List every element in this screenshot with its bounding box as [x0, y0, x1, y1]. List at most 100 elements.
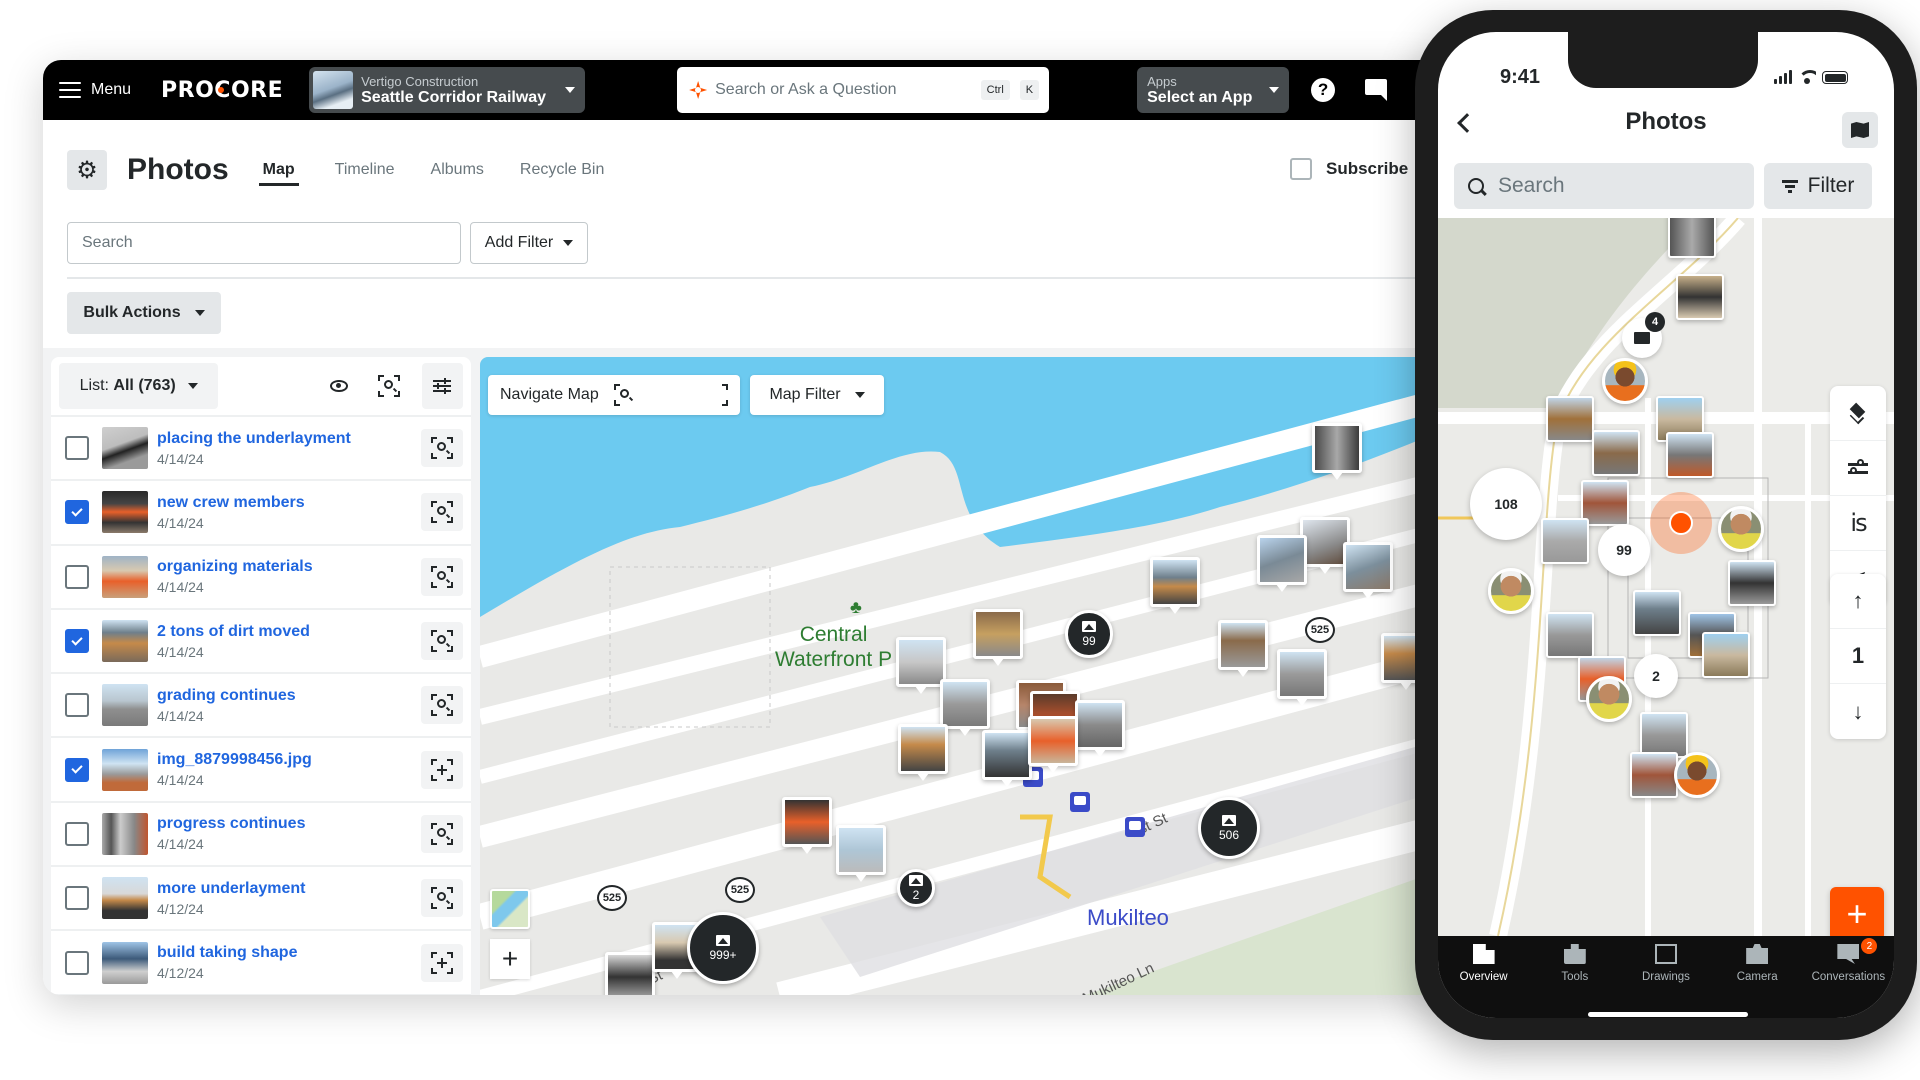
map-style-toggle[interactable]: [490, 889, 530, 929]
locate-on-map-button[interactable]: [421, 557, 463, 596]
row-checkbox[interactable]: [65, 886, 89, 911]
photo-list-item[interactable]: placing the underlayment 4/14/24: [51, 417, 471, 482]
photo-list-item[interactable]: grading continues 4/14/24: [51, 674, 471, 739]
photo-cluster[interactable]: 2: [897, 869, 935, 907]
photo-list-item[interactable]: build taking shape 4/12/24: [51, 931, 471, 995]
photo-pin[interactable]: [1218, 620, 1268, 677]
photo-pin[interactable]: [1277, 649, 1327, 706]
photo-list-item[interactable]: new crew members 4/14/24: [51, 481, 471, 546]
photo-pin[interactable]: [1633, 590, 1681, 636]
user-avatar-marker[interactable]: [1602, 358, 1648, 404]
photo-pin[interactable]: [1668, 218, 1716, 258]
photo-pin[interactable]: [1666, 432, 1714, 478]
photo-pin[interactable]: [1676, 274, 1724, 320]
photo-pin[interactable]: [836, 825, 886, 882]
photo-pin[interactable]: [973, 609, 1023, 666]
photo-pin[interactable]: [605, 952, 655, 995]
photo-list-item[interactable]: progress continues 4/14/24: [51, 803, 471, 868]
photo-pin[interactable]: [1541, 518, 1589, 564]
focus-search-icon[interactable]: [614, 384, 728, 406]
photo-title-link[interactable]: organizing materials: [157, 558, 421, 576]
photo-pin[interactable]: [1150, 557, 1200, 614]
add-photo-button[interactable]: +: [1830, 887, 1884, 941]
global-search-input[interactable]: Search or Ask a Question Ctrl K: [677, 67, 1050, 113]
subscribe-checkbox[interactable]: Subscribe: [1290, 158, 1408, 180]
photo-title-link[interactable]: grading continues: [157, 687, 421, 705]
photo-pin[interactable]: [1702, 632, 1750, 678]
locate-on-map-button[interactable]: [421, 429, 463, 468]
row-checkbox[interactable]: [65, 821, 89, 846]
photo-pin[interactable]: [896, 637, 946, 694]
photo-thumbnail[interactable]: [102, 427, 148, 470]
row-checkbox[interactable]: [65, 436, 89, 461]
tab-timeline[interactable]: Timeline: [317, 155, 413, 186]
tab-tools[interactable]: Tools: [1530, 944, 1620, 1018]
locate-on-map-button[interactable]: [421, 686, 463, 725]
locate-on-map-button[interactable]: [421, 879, 463, 918]
row-checkbox[interactable]: [65, 629, 89, 654]
add-filter-button[interactable]: Add Filter: [470, 222, 588, 264]
photo-title-link[interactable]: build taking shape: [157, 944, 421, 962]
focus-search-icon[interactable]: [378, 375, 400, 397]
home-indicator[interactable]: [1588, 1012, 1748, 1017]
navigate-map-input[interactable]: Navigate Map: [488, 375, 740, 415]
photo-thumbnail[interactable]: [102, 555, 148, 598]
photo-pin[interactable]: [940, 679, 990, 736]
map-filter-button[interactable]: Map Filter: [750, 375, 884, 415]
photo-pin[interactable]: [1546, 612, 1594, 658]
user-avatar-marker[interactable]: [1488, 568, 1534, 614]
photo-pin[interactable]: [898, 724, 948, 781]
photo-title-link[interactable]: new crew members: [157, 494, 421, 512]
photo-thumbnail[interactable]: [102, 684, 148, 727]
eye-icon[interactable]: [330, 380, 349, 392]
row-checkbox[interactable]: [65, 693, 89, 718]
checkbox[interactable]: [1290, 158, 1312, 180]
photo-thumbnail[interactable]: [102, 491, 148, 534]
floor-up-button[interactable]: ↑: [1830, 574, 1886, 629]
locate-on-map-button[interactable]: [421, 814, 463, 853]
photo-pin[interactable]: [1312, 423, 1362, 480]
tab-map[interactable]: Map: [258, 155, 299, 186]
photo-thumbnail[interactable]: [102, 941, 148, 984]
photo-cluster[interactable]: 2: [1634, 654, 1678, 698]
row-checkbox[interactable]: [65, 757, 89, 782]
indoor-map-button[interactable]: is: [1830, 496, 1886, 551]
locate-on-map-button[interactable]: [421, 493, 463, 532]
menu-button[interactable]: Menu: [59, 81, 131, 99]
row-checkbox[interactable]: [65, 950, 89, 975]
photo-thumbnail[interactable]: [102, 877, 148, 920]
photo-cluster[interactable]: 506: [1198, 797, 1260, 859]
photo-pin[interactable]: [1630, 752, 1678, 798]
zoom-in-button[interactable]: +: [490, 939, 530, 979]
floor-down-button[interactable]: ↓: [1830, 684, 1886, 739]
phone-filter-button[interactable]: Filter: [1764, 163, 1872, 209]
photo-cluster[interactable]: 999+: [687, 912, 759, 984]
user-avatar-marker[interactable]: [1718, 506, 1764, 552]
conversations-icon[interactable]: [1365, 79, 1389, 101]
photo-title-link[interactable]: 2 tons of dirt moved: [157, 623, 421, 641]
photo-map[interactable]: Navigate Map Map Filter ♣ Central Waterf…: [480, 357, 1443, 995]
layers-button[interactable]: [1830, 386, 1886, 441]
add-location-button[interactable]: [421, 943, 463, 982]
project-picker[interactable]: Vertigo Construction Seattle Corridor Ra…: [309, 67, 586, 113]
photo-list-item[interactable]: organizing materials 4/14/24: [51, 546, 471, 610]
photo-cluster[interactable]: 99: [1065, 610, 1113, 658]
photo-list-item[interactable]: img_8879998456.jpg 4/14/24: [51, 738, 471, 803]
photo-title-link[interactable]: placing the underlayment: [157, 430, 421, 448]
tab-albums[interactable]: Albums: [413, 155, 502, 186]
apps-picker[interactable]: Apps Select an App: [1137, 67, 1290, 113]
row-checkbox[interactable]: [65, 500, 89, 525]
photo-thumbnail[interactable]: [102, 812, 148, 855]
photo-pin[interactable]: [1257, 535, 1307, 592]
locate-on-map-button[interactable]: [421, 622, 463, 661]
list-view-select[interactable]: List: All (763): [59, 363, 219, 409]
settings-gear-icon[interactable]: ⚙: [67, 150, 107, 190]
photo-list-item[interactable]: more underlayment 4/12/24: [51, 867, 471, 932]
list-settings-button[interactable]: [421, 363, 463, 409]
photo-pin[interactable]: [1546, 396, 1594, 442]
photo-pin[interactable]: [982, 730, 1032, 787]
map-settings-button[interactable]: [1830, 441, 1886, 496]
photo-thumbnail[interactable]: [102, 620, 148, 663]
photo-title-link[interactable]: progress continues: [157, 815, 421, 833]
tab-recycle-bin[interactable]: Recycle Bin: [502, 155, 622, 186]
